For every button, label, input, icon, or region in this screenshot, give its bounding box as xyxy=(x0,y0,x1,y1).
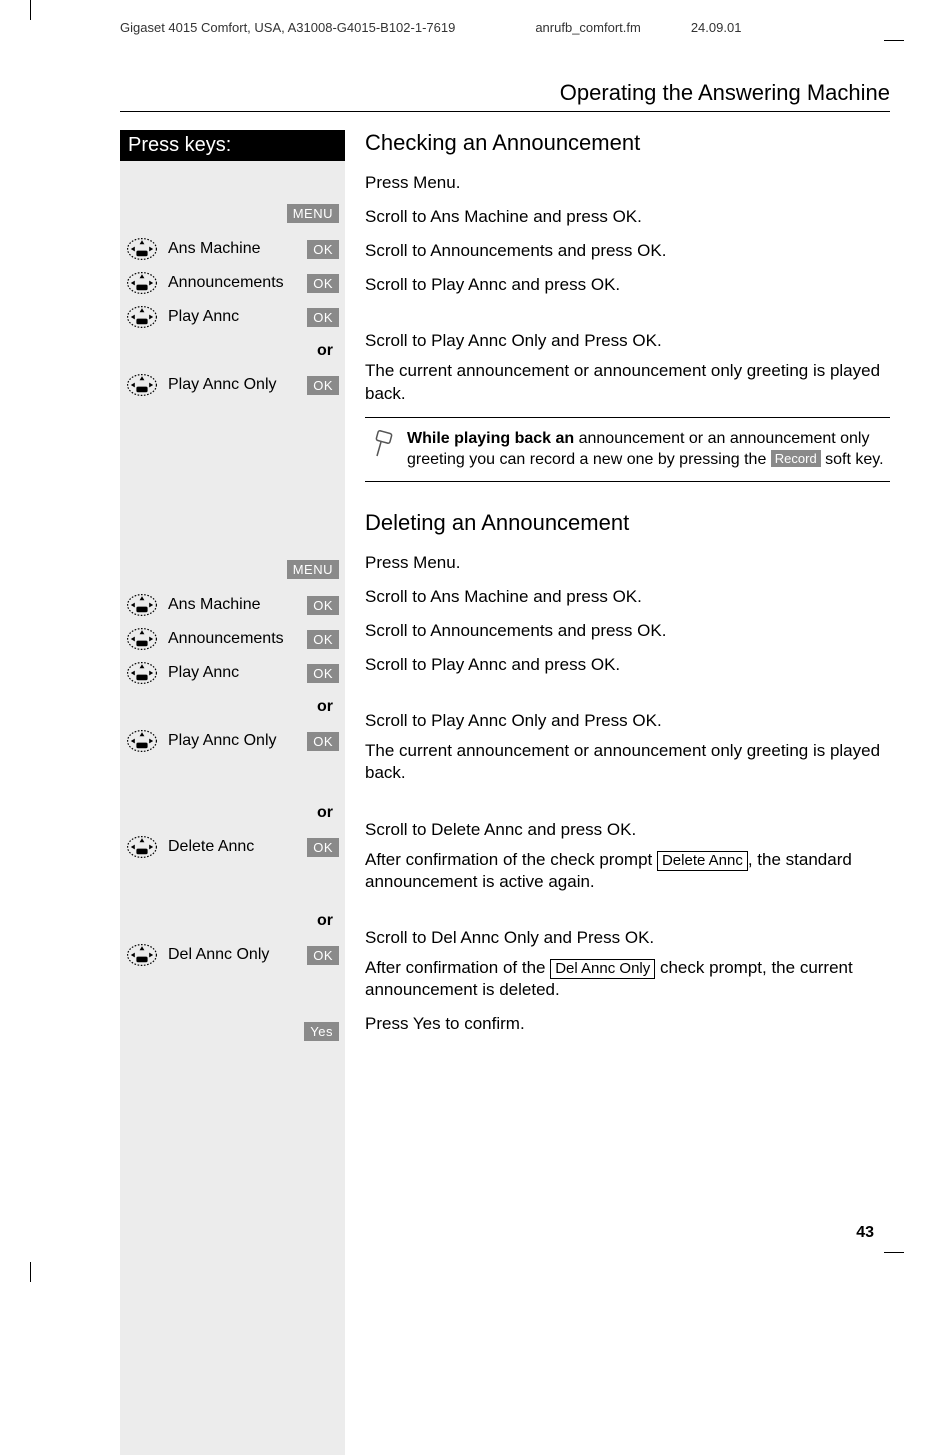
nav-icon xyxy=(126,729,158,753)
ok-softkey: OK xyxy=(307,630,339,649)
key-label-play-annc: Play Annc xyxy=(168,308,307,326)
nav-icon xyxy=(126,593,158,617)
or-label: or xyxy=(317,912,333,930)
note-text: While playing back an announcement or an… xyxy=(407,428,890,471)
instr: Scroll to Ans Machine and press OK. xyxy=(365,586,890,608)
instr: Scroll to Play Annc Only and Press OK. xyxy=(365,710,890,732)
heading-checking: Checking an Announcement xyxy=(365,130,890,156)
doc-header: Gigaset 4015 Comfort, USA, A31008-G4015-… xyxy=(120,20,890,35)
ok-softkey: OK xyxy=(307,838,339,857)
ok-softkey: OK xyxy=(307,946,339,965)
key-label-ans-machine: Ans Machine xyxy=(168,240,307,258)
ok-softkey: OK xyxy=(307,308,339,327)
instr-span: After confirmation of the check prompt xyxy=(365,850,657,869)
crop-mark xyxy=(30,0,50,20)
instr: Press Yes to confirm. xyxy=(365,1013,890,1035)
pin-icon xyxy=(365,428,395,471)
press-keys-header: Press keys: xyxy=(120,130,345,161)
nav-icon xyxy=(126,627,158,651)
nav-icon xyxy=(126,835,158,859)
or-label: or xyxy=(317,698,333,716)
menu-softkey: MENU xyxy=(287,560,339,579)
instr: Scroll to Ans Machine and press OK. xyxy=(365,206,890,228)
section-title: Operating the Answering Machine xyxy=(120,80,890,112)
ok-softkey: OK xyxy=(307,240,339,259)
yes-softkey: Yes xyxy=(304,1022,339,1041)
header-file: anrufb_comfort.fm xyxy=(535,20,641,35)
header-product: Gigaset 4015 Comfort, USA, A31008-G4015-… xyxy=(120,20,455,35)
key-label-play-annc-only: Play Annc Only xyxy=(168,376,307,394)
page-number: 43 xyxy=(856,1224,874,1242)
nav-icon xyxy=(126,661,158,685)
ok-softkey: OK xyxy=(307,376,339,395)
ok-softkey: OK xyxy=(307,596,339,615)
press-keys-column: Press keys: MENU Ans Machine OK Announce… xyxy=(120,130,345,1455)
instr: After confirmation of the Del Annc Only … xyxy=(365,957,890,1001)
note-box: While playing back an announcement or an… xyxy=(365,417,890,482)
key-label-play-annc-only: Play Annc Only xyxy=(168,732,307,750)
key-label-ans-machine: Ans Machine xyxy=(168,596,307,614)
instr: Scroll to Del Annc Only and Press OK. xyxy=(365,927,890,949)
crop-mark xyxy=(30,1262,50,1282)
instr-span: After confirmation of the xyxy=(365,958,550,977)
instr: Scroll to Announcements and press OK. xyxy=(365,240,890,262)
record-softkey: Record xyxy=(771,450,821,467)
instructions-column: Checking an Announcement Press Menu. Scr… xyxy=(365,130,890,1455)
ok-softkey: OK xyxy=(307,274,339,293)
key-label-del-annc-only: Del Annc Only xyxy=(168,946,307,964)
prompt-delete-annc: Delete Annc xyxy=(657,851,748,871)
nav-icon xyxy=(126,237,158,261)
ok-softkey: OK xyxy=(307,664,339,683)
instr: Scroll to Play Annc Only and Press OK. xyxy=(365,330,890,352)
note-span: soft key. xyxy=(821,451,884,468)
key-label-play-annc: Play Annc xyxy=(168,664,307,682)
nav-icon xyxy=(126,305,158,329)
instr: Press Menu. xyxy=(365,552,890,574)
instr: Scroll to Play Annc and press OK. xyxy=(365,654,890,676)
header-date: 24.09.01 xyxy=(691,20,742,35)
key-label-announcements: Announcements xyxy=(168,274,307,292)
or-label: or xyxy=(317,804,333,822)
or-label: or xyxy=(317,342,333,360)
note-bold: While playing back an xyxy=(407,430,574,447)
instr: Scroll to Play Annc and press OK. xyxy=(365,274,890,296)
instr: Press Menu. xyxy=(365,172,890,194)
nav-icon xyxy=(126,271,158,295)
ok-softkey: OK xyxy=(307,732,339,751)
nav-icon xyxy=(126,373,158,397)
key-label-announcements: Announcements xyxy=(168,630,307,648)
nav-icon xyxy=(126,943,158,967)
instr: After confirmation of the check prompt D… xyxy=(365,849,890,893)
heading-deleting: Deleting an Announcement xyxy=(365,510,890,536)
instr: The current announcement or announcement… xyxy=(365,740,890,784)
key-label-delete-annc: Delete Annc xyxy=(168,838,307,856)
instr: Scroll to Announcements and press OK. xyxy=(365,620,890,642)
instr: The current announcement or announcement… xyxy=(365,360,890,404)
menu-softkey: MENU xyxy=(287,204,339,223)
prompt-del-annc-only: Del Annc Only xyxy=(550,959,655,979)
instr: Scroll to Delete Annc and press OK. xyxy=(365,819,890,841)
